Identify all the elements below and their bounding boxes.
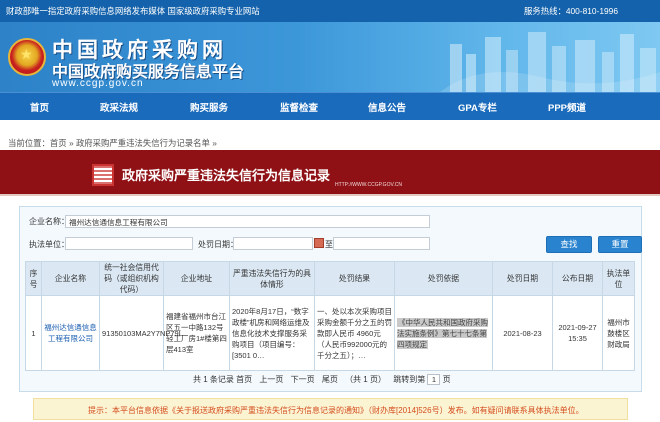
company-name-input[interactable]: 福州达信通信息工程有限公司 (65, 215, 430, 228)
breadcrumb-separator: » (66, 138, 76, 148)
page-title-bar: 政府采购严重违法失信行为信息记录 HTTP://WWW.CCGP.GOV.CN (0, 150, 660, 196)
nav-item-announcements[interactable]: 信息公告 (368, 100, 406, 114)
nav-item-ppp[interactable]: PPP频道 (548, 100, 586, 114)
service-hotline: 服务热线：400-810-1996 (523, 6, 618, 16)
enforcement-unit-input[interactable] (65, 237, 193, 250)
nav-item-home[interactable]: 首页 (30, 100, 49, 114)
page-title-url: HTTP://WWW.CCGP.GOV.CN (335, 182, 402, 188)
cell-address: 福建省福州市台江区五一中路132号轻工厂房1#楼第四层413室 (163, 295, 230, 371)
nav-item-supervision[interactable]: 监督检查 (280, 100, 318, 114)
penalty-date-label: 处罚日期： (198, 240, 238, 249)
top-info-left: 财政部唯一指定政府采购信息网络发布媒体 国家级政府采购专业网站 (6, 6, 260, 16)
breadcrumb: 当前位置：首页 » 政府采购严重违法失信行为记录名单 » (8, 137, 217, 149)
page-title: 政府采购严重违法失信行为信息记录 (122, 169, 331, 184)
company-name-label: 企业名称： (29, 217, 69, 226)
breadcrumb-prefix: 当前位置： (8, 138, 50, 148)
nav-item-purchase-services[interactable]: 购买服务 (190, 100, 228, 114)
seal-icon (92, 164, 114, 186)
col-header-basis: 处罚依据 (394, 261, 493, 296)
banner-skyline-decoration (440, 32, 660, 92)
col-header-authority: 执法单位 (602, 261, 635, 296)
pager-last[interactable]: 尾页 (322, 375, 338, 384)
col-header-company: 企业名称 (41, 261, 100, 296)
national-emblem-icon[interactable]: ★ (8, 38, 46, 76)
table-row: 1 福州达信通信息工程有限公司 91350103MA2Y7NP79L 福建省福州… (25, 295, 635, 371)
cell-credit-code: 91350103MA2Y7NP79L (99, 295, 183, 371)
nav-item-regulations[interactable]: 政采法规 (100, 100, 138, 114)
cell-penalty-date: 2021-08-23 (492, 295, 553, 371)
col-header-address: 企业地址 (163, 261, 230, 296)
cell-result: 一、处以本次采购项目采购金额千分之五的罚款即人民币 4960元（人民币99200… (314, 295, 395, 371)
pager-summary[interactable]: 共 1 条记录 首页 (193, 375, 252, 384)
nav-item-gpa[interactable]: GPA专栏 (458, 100, 497, 114)
notice-bar: 提示：本平台信息依据《关于报送政府采购严重违法失信行为信息记录的通知》（财办库[… (33, 398, 628, 420)
breadcrumb-separator-end: » (209, 138, 217, 148)
col-header-result: 处罚结果 (314, 261, 395, 296)
main-nav: 首页 政采法规 购买服务 监督检查 信息公告 GPA专栏 PPP频道 (0, 92, 660, 120)
col-header-penalty-date: 处罚日期 (492, 261, 553, 296)
cell-authority: 福州市鼓楼区财政局 (602, 295, 635, 371)
cell-basis: 《中华人民共和国政府采购法实施条例》第七十七条第四项规定 (394, 295, 493, 371)
pager-jump-label: 跳转到第 (393, 375, 426, 384)
table-header-row: 序号 企业名称 统一社会信用代码（或组织机构代码） 企业地址 严重违法失信行为的… (25, 261, 635, 296)
records-table: 序号 企业名称 统一社会信用代码（或组织机构代码） 企业地址 严重违法失信行为的… (25, 261, 635, 371)
cell-publish-date: 2021-09-27 15:35 (552, 295, 603, 371)
cell-situation: 2020年8月17日，“数字政楼”机房和网络运维及信息化技术支撑服务采购项目（项… (229, 295, 315, 371)
penalty-date-from-input[interactable] (233, 237, 313, 250)
enforcement-unit-label: 执法单位： (29, 240, 69, 249)
penalty-date-to-input[interactable] (333, 237, 430, 250)
col-header-no: 序号 (25, 261, 42, 296)
reset-button[interactable]: 重置 (598, 236, 642, 253)
pager-page-suffix: 页 (442, 375, 451, 384)
cell-company-link[interactable]: 福州达信通信息工程有限公司 (41, 295, 100, 371)
date-to-label: 至 (325, 240, 333, 249)
breadcrumb-home[interactable]: 首页 (50, 138, 67, 148)
cell-basis-text: 《中华人民共和国政府采购法实施条例》第七十七条第四项规定 (397, 317, 488, 349)
top-info-bar: 财政部唯一指定政府采购信息网络发布媒体 国家级政府采购专业网站 服务热线：400… (0, 0, 660, 22)
calendar-icon[interactable] (314, 238, 324, 248)
cell-no: 1 (25, 295, 42, 371)
search-button[interactable]: 查找 (546, 236, 592, 253)
col-header-situation: 严重违法失信行为的具体情形 (229, 261, 315, 296)
pager-prev[interactable]: 上一页 (259, 375, 283, 384)
col-header-credit-code: 统一社会信用代码（或组织机构代码） (99, 261, 164, 296)
pager-next[interactable]: 下一页 (291, 375, 315, 384)
notice-text: 提示：本平台信息依据《关于报送政府采购严重违法失信行为信息记录的通知》（财办库[… (88, 406, 584, 415)
pager-page-info: （共 1 页） (345, 375, 386, 384)
breadcrumb-current[interactable]: 政府采购严重违法失信行为记录名单 (76, 138, 210, 148)
site-url: www.ccgp.gov.cn (52, 78, 144, 89)
site-banner: ★ 中国政府采购网 中国政府购买服务信息平台 www.ccgp.gov.cn (0, 22, 660, 92)
pager-page-input[interactable]: 1 (427, 374, 441, 386)
col-header-publish-date: 公布日期 (552, 261, 603, 296)
pagination: 共 1 条记录 首页 上一页 下一页 尾页 （共 1 页） 跳转到第 1 页 (193, 374, 451, 386)
